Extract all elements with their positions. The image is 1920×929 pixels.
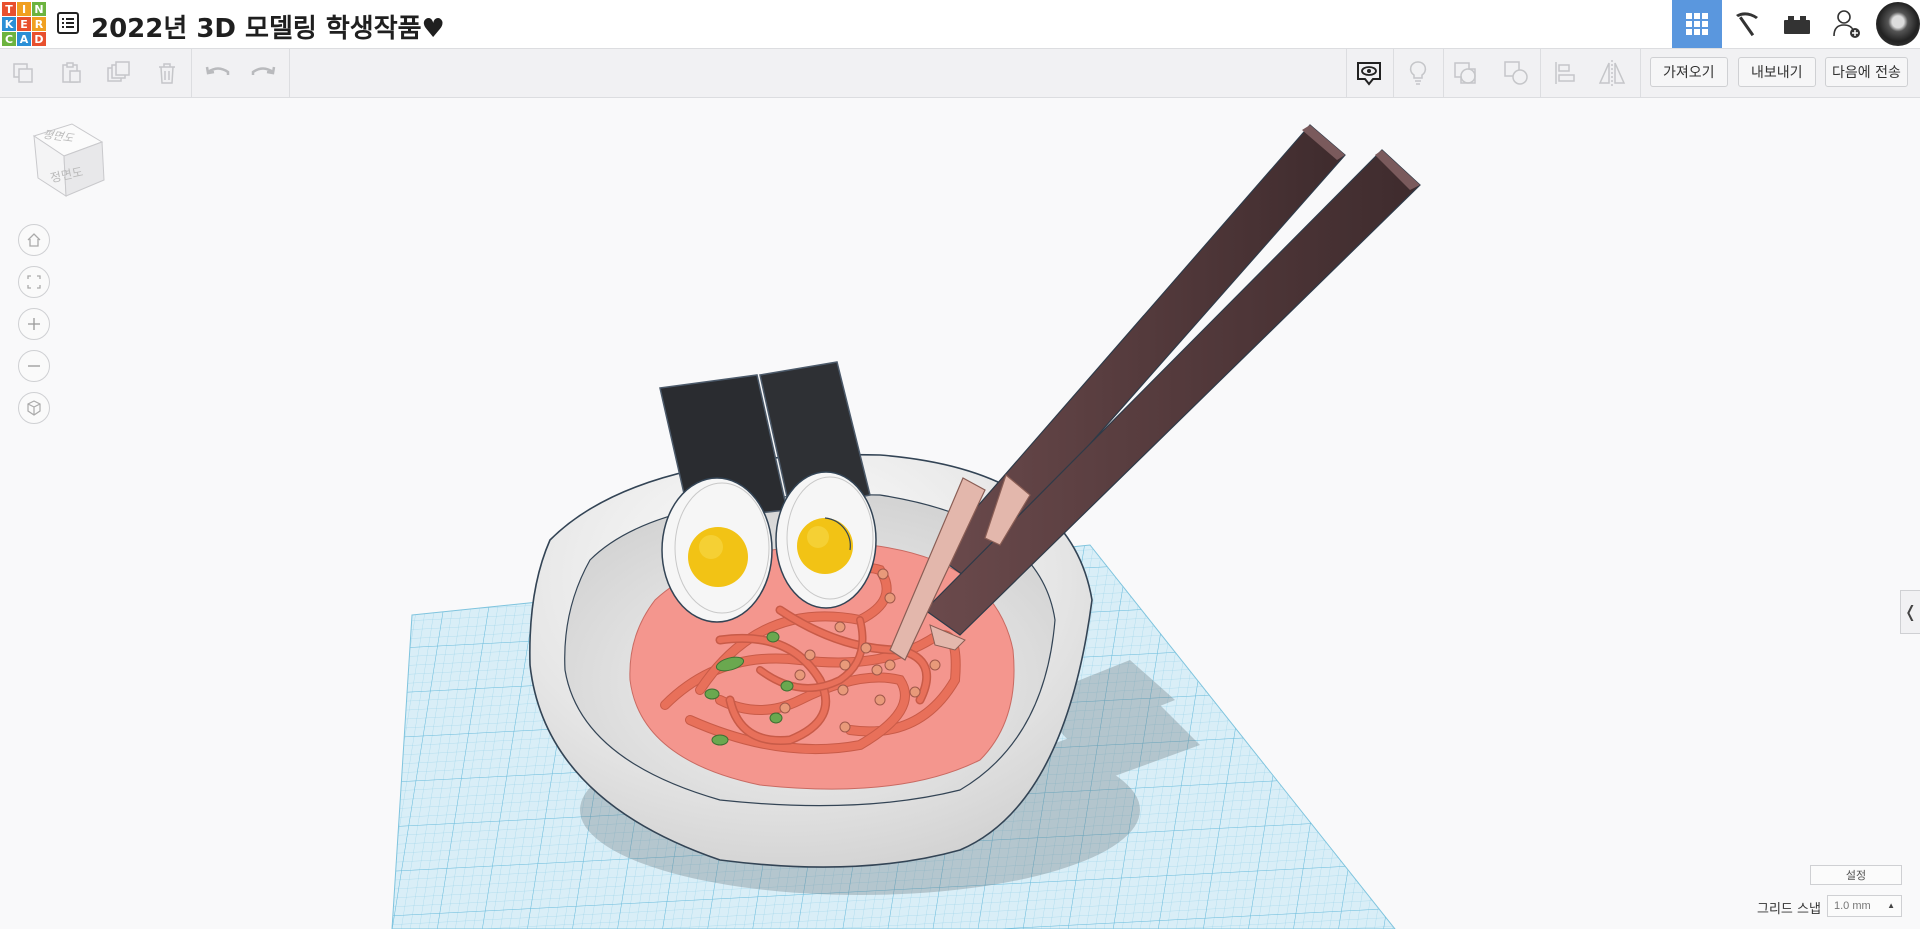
logo-letter: C — [2, 32, 16, 46]
mirror-icon — [1598, 60, 1626, 86]
paste-icon — [62, 62, 81, 83]
zoom-in-button[interactable] — [18, 308, 50, 340]
home-icon — [27, 233, 41, 247]
add-user-icon — [1833, 10, 1860, 38]
grid-snap-value: 1.0 mm — [1834, 900, 1871, 912]
logo-letter: K — [2, 17, 16, 31]
toolbar-divider — [1540, 49, 1541, 97]
group-icon — [1454, 62, 1476, 84]
group-button[interactable] — [1451, 58, 1481, 88]
toolbar-divider — [1346, 49, 1347, 97]
fit-view-button[interactable] — [18, 266, 50, 298]
bricks-view-button[interactable] — [1772, 0, 1822, 48]
invite-user-button[interactable] — [1822, 0, 1872, 48]
light-button[interactable] — [1403, 58, 1433, 88]
duplicate-button[interactable] — [104, 58, 134, 88]
plus-icon — [28, 318, 40, 330]
design-list-icon[interactable] — [56, 11, 80, 35]
minus-icon — [28, 365, 40, 367]
copy-icon — [13, 63, 33, 83]
workplane-scene[interactable] — [0, 98, 1920, 929]
ungroup-button[interactable] — [1501, 58, 1531, 88]
eye-bubble-icon — [1357, 62, 1381, 86]
lightbulb-icon — [1409, 61, 1427, 85]
toolbar-divider — [289, 49, 290, 97]
logo-letter: A — [17, 32, 31, 46]
logo-letter: N — [32, 2, 46, 16]
redo-button[interactable] — [248, 58, 278, 88]
duplicate-icon — [107, 61, 130, 82]
grid-snap-label: 그리드 스냅 — [1757, 902, 1821, 917]
undo-icon — [205, 66, 230, 75]
cube-icon — [27, 400, 41, 416]
grid-icon — [1686, 13, 1708, 35]
copy-button[interactable] — [8, 58, 38, 88]
3d-workplane-viewport[interactable]: 평면도 정면도 ❬ — [0, 98, 1920, 929]
export-button[interactable]: 내보내기 — [1738, 57, 1816, 87]
logo-letter: I — [17, 2, 31, 16]
tinkercad-logo[interactable]: T I N K E R C A D — [2, 2, 46, 46]
ungroup-icon — [1504, 61, 1528, 85]
delete-button[interactable] — [152, 58, 182, 88]
settings-button[interactable]: 설정 — [1810, 865, 1902, 885]
pickaxe-icon — [1736, 12, 1758, 37]
top-right-nav — [1672, 0, 1920, 48]
mirror-button[interactable] — [1597, 58, 1627, 88]
user-avatar[interactable] — [1876, 2, 1920, 46]
toolbar-divider — [1393, 49, 1394, 97]
logo-letter: R — [32, 17, 46, 31]
paste-button[interactable] — [56, 58, 86, 88]
align-icon — [1555, 62, 1575, 84]
undo-button[interactable] — [203, 58, 233, 88]
collapse-panel-button[interactable]: ❬ — [1900, 590, 1920, 634]
perspective-toggle-button[interactable] — [18, 392, 50, 424]
toolbar-divider — [1443, 49, 1444, 97]
import-button[interactable]: 가져오기 — [1650, 57, 1728, 87]
top-bar: T I N K E R C A D 2022년 3D 모델링 학생작품♥ — [0, 0, 1920, 49]
edit-toolbar: 가져오기 내보내기 다음에 전송 — [0, 49, 1920, 98]
fit-icon — [27, 275, 41, 289]
egg-left-model[interactable] — [661, 477, 773, 623]
home-view-button[interactable] — [18, 224, 50, 256]
align-button[interactable] — [1550, 58, 1580, 88]
chopsticks-model[interactable] — [924, 124, 1421, 636]
grid-snap-select[interactable]: 1.0 mm ▲ — [1827, 895, 1902, 917]
logo-letter: D — [32, 32, 46, 46]
redo-icon — [251, 66, 276, 75]
egg-right-model[interactable] — [775, 471, 877, 609]
brick-icon — [1784, 16, 1810, 34]
zoom-out-button[interactable] — [18, 350, 50, 382]
show-notes-button[interactable] — [1354, 58, 1384, 88]
design-title[interactable]: 2022년 3D 모델링 학생작품♥ — [91, 8, 445, 45]
toolbar-divider — [1640, 49, 1641, 97]
3d-design-view-button[interactable] — [1672, 0, 1722, 48]
send-to-button[interactable]: 다음에 전송 — [1825, 57, 1908, 87]
toolbar-divider — [191, 49, 192, 97]
view-cube[interactable]: 평면도 정면도 — [26, 122, 106, 202]
chevron-left-icon: ❬ — [1903, 604, 1918, 621]
logo-letter: E — [17, 17, 31, 31]
logo-letter: T — [2, 2, 16, 16]
caret-up-icon: ▲ — [1887, 901, 1895, 910]
blocks-view-button[interactable] — [1722, 0, 1772, 48]
trash-icon — [159, 63, 175, 84]
